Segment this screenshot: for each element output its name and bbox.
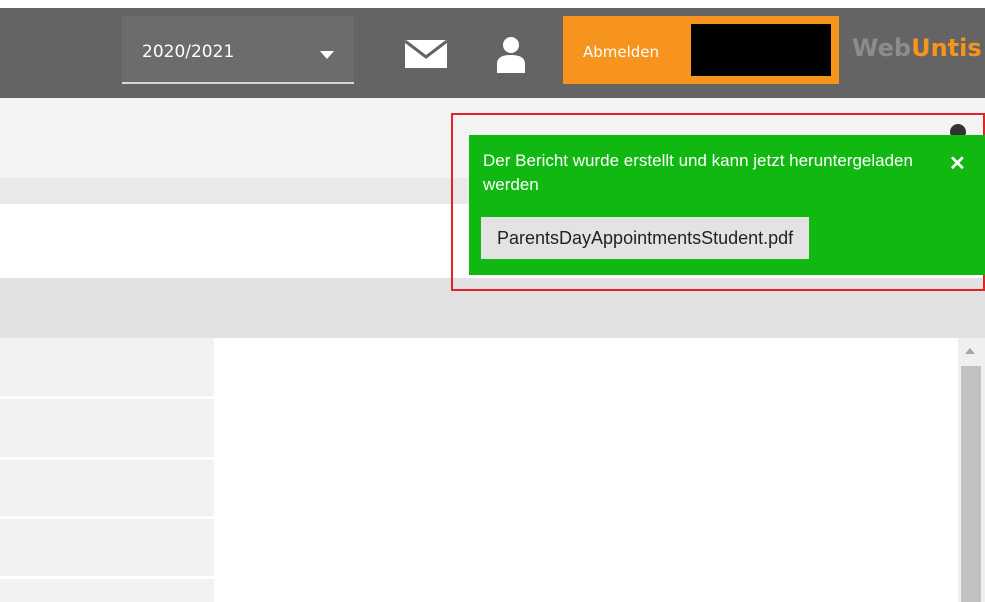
success-notification: Der Bericht wurde erstellt und kann jetz…: [469, 135, 985, 275]
user-icon[interactable]: [494, 36, 528, 74]
logo-text-web: Web: [852, 34, 912, 62]
webuntis-logo: WebUntis: [852, 34, 982, 62]
logout-label: Abmelden: [583, 43, 660, 61]
list-row-cell: [0, 579, 214, 602]
notification-message: Der Bericht wurde erstellt und kann jetz…: [483, 151, 913, 194]
school-year-value: 2020/2021: [142, 42, 235, 62]
caret-down-icon: [320, 51, 334, 59]
list-row-cell: [0, 460, 214, 516]
logout-button[interactable]: Abmelden: [563, 16, 839, 84]
list-row-cell: [0, 519, 214, 576]
logo-text-untis: Untis: [911, 34, 982, 62]
top-spacer: [0, 0, 985, 8]
scrollbar-thumb[interactable]: [961, 366, 981, 602]
download-file-button[interactable]: ParentsDayAppointmentsStudent.pdf: [481, 217, 810, 259]
redacted-username: [691, 24, 831, 76]
vertical-scrollbar[interactable]: [958, 338, 985, 602]
school-year-select[interactable]: 2020/2021: [122, 16, 354, 84]
list-row-cell: [0, 399, 214, 457]
top-navigation-bar: 2020/2021 Abmelden WebUntis: [0, 8, 985, 98]
envelope-icon[interactable]: [404, 36, 448, 72]
scroll-up-arrow-icon[interactable]: [965, 348, 975, 354]
close-icon[interactable]: ✕: [949, 151, 966, 176]
list-row-cell: [0, 338, 214, 396]
